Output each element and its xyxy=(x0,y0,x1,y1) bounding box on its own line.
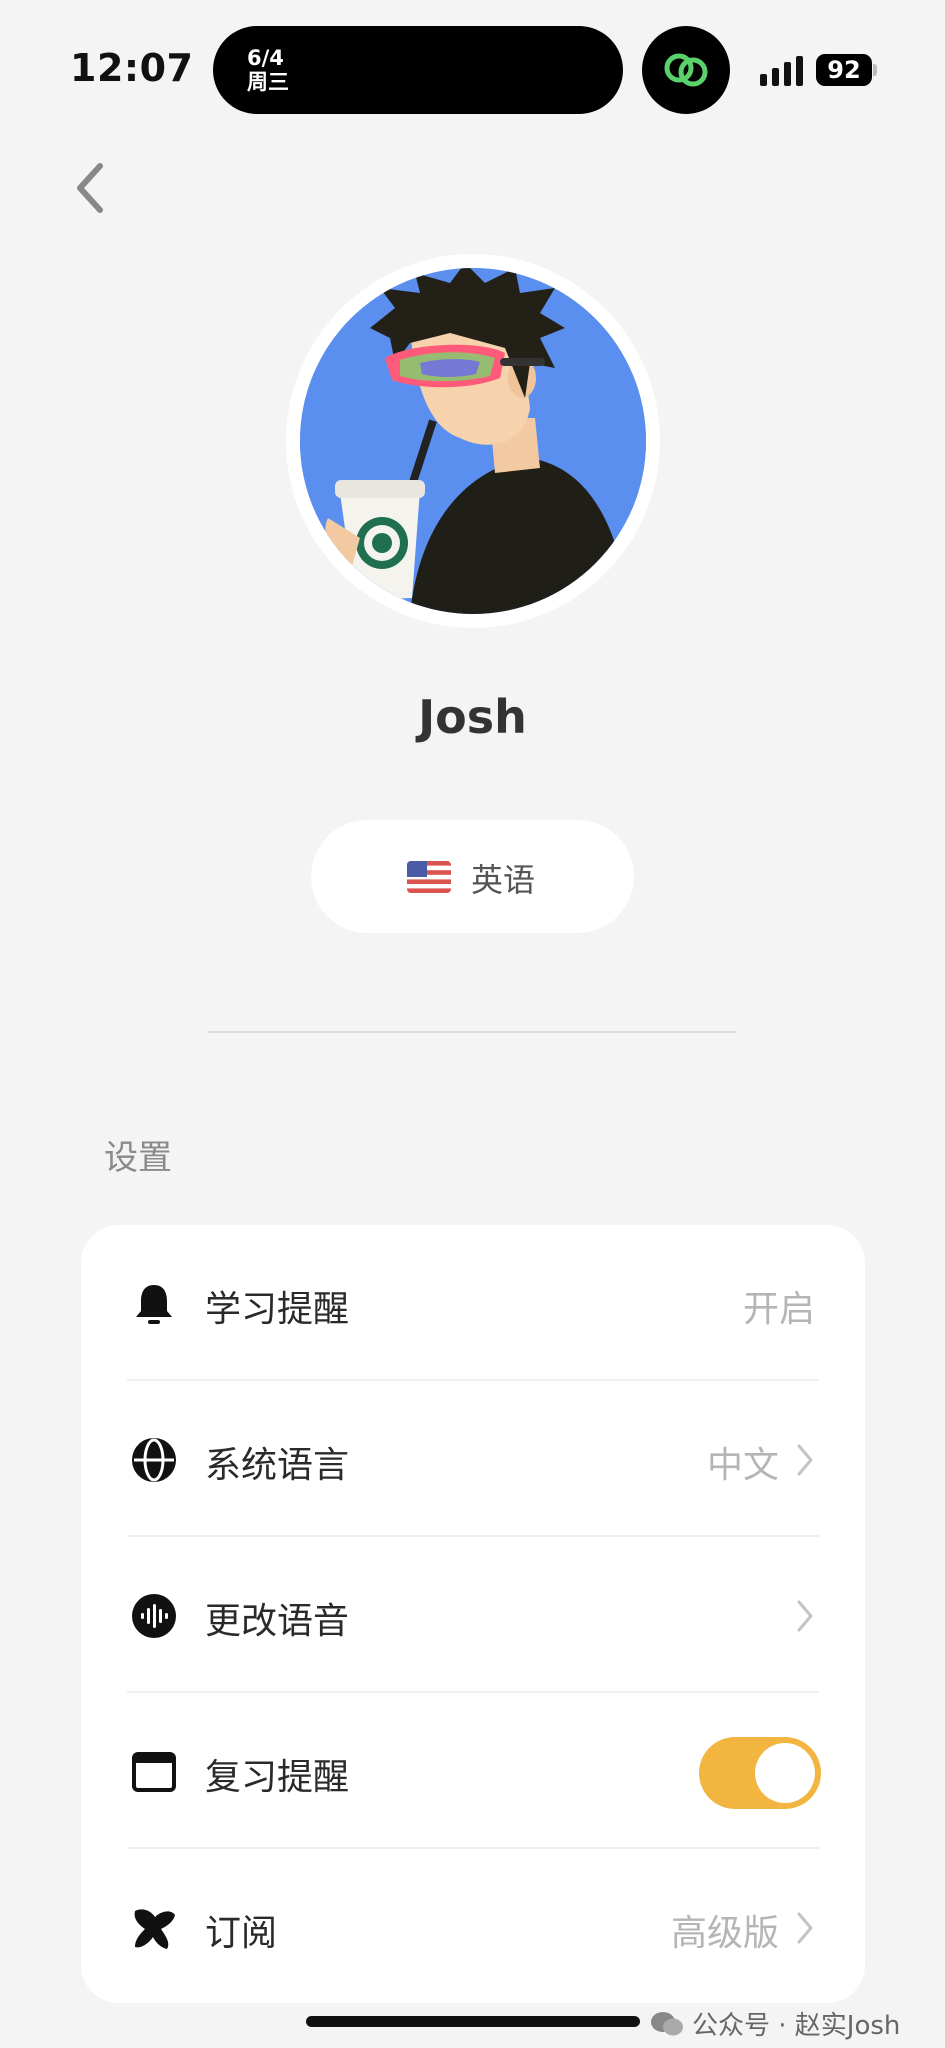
back-chevron-icon[interactable] xyxy=(70,160,110,216)
island-date: 6/4 xyxy=(247,46,284,70)
toggle-knob xyxy=(755,1743,815,1803)
avatar-illustration xyxy=(300,268,646,614)
island-app-icon[interactable] xyxy=(642,26,730,114)
setting-label: 更改语音 xyxy=(205,1601,350,1642)
avatar[interactable] xyxy=(300,268,646,614)
bell-icon xyxy=(136,1285,172,1324)
status-time: 12:07 xyxy=(70,46,194,90)
setting-label: 复习提醒 xyxy=(205,1757,350,1798)
profile-name: Josh xyxy=(418,690,527,744)
us-flag-icon xyxy=(407,861,451,893)
settings-card: 学习提醒 开启 系统语言 中文 更改语音 复习提醒 订阅 高级版 xyxy=(81,1225,865,2003)
window-icon xyxy=(132,1752,176,1792)
setting-label: 学习提醒 xyxy=(205,1289,350,1330)
watermark: 公众号 · 赵实Josh xyxy=(650,2005,900,2042)
setting-row-review-reminder[interactable]: 复习提醒 xyxy=(81,1693,865,1849)
setting-row-change-voice[interactable]: 更改语音 xyxy=(81,1537,865,1693)
review-reminder-toggle[interactable] xyxy=(699,1737,821,1809)
link-rings-icon xyxy=(664,53,708,87)
language-label: 英语 xyxy=(471,861,536,899)
divider xyxy=(208,1031,736,1033)
settings-title: 设置 xyxy=(104,1138,172,1178)
battery-indicator: 92 xyxy=(816,54,872,86)
dynamic-island[interactable]: 6/4 周三 xyxy=(213,26,623,114)
setting-value: 中文 xyxy=(706,1445,779,1486)
setting-label: 系统语言 xyxy=(205,1445,350,1486)
voice-icon xyxy=(132,1594,176,1638)
setting-value: 开启 xyxy=(742,1289,815,1330)
setting-row-study-reminder[interactable]: 学习提醒 开启 xyxy=(81,1225,865,1381)
language-button[interactable]: 英语 xyxy=(311,820,634,933)
wechat-icon xyxy=(651,2011,683,2035)
home-indicator[interactable] xyxy=(306,2016,640,2027)
chevron-right-icon xyxy=(797,1600,813,1632)
setting-value: 高级版 xyxy=(670,1913,779,1954)
globe-icon xyxy=(132,1438,176,1482)
star-icon xyxy=(134,1909,175,1949)
battery-cap xyxy=(873,64,877,76)
island-date-block: 6/4 周三 xyxy=(247,46,289,94)
setting-label: 订阅 xyxy=(205,1913,278,1954)
island-weekday: 周三 xyxy=(247,70,289,94)
chevron-right-icon xyxy=(797,1912,813,1944)
signal-icon xyxy=(760,56,803,86)
watermark-text: 公众号 · 赵实Josh xyxy=(692,2011,901,2041)
setting-row-subscription[interactable]: 订阅 高级版 xyxy=(81,1849,865,2005)
setting-row-system-language[interactable]: 系统语言 中文 xyxy=(81,1381,865,1537)
chevron-right-icon xyxy=(797,1444,813,1476)
